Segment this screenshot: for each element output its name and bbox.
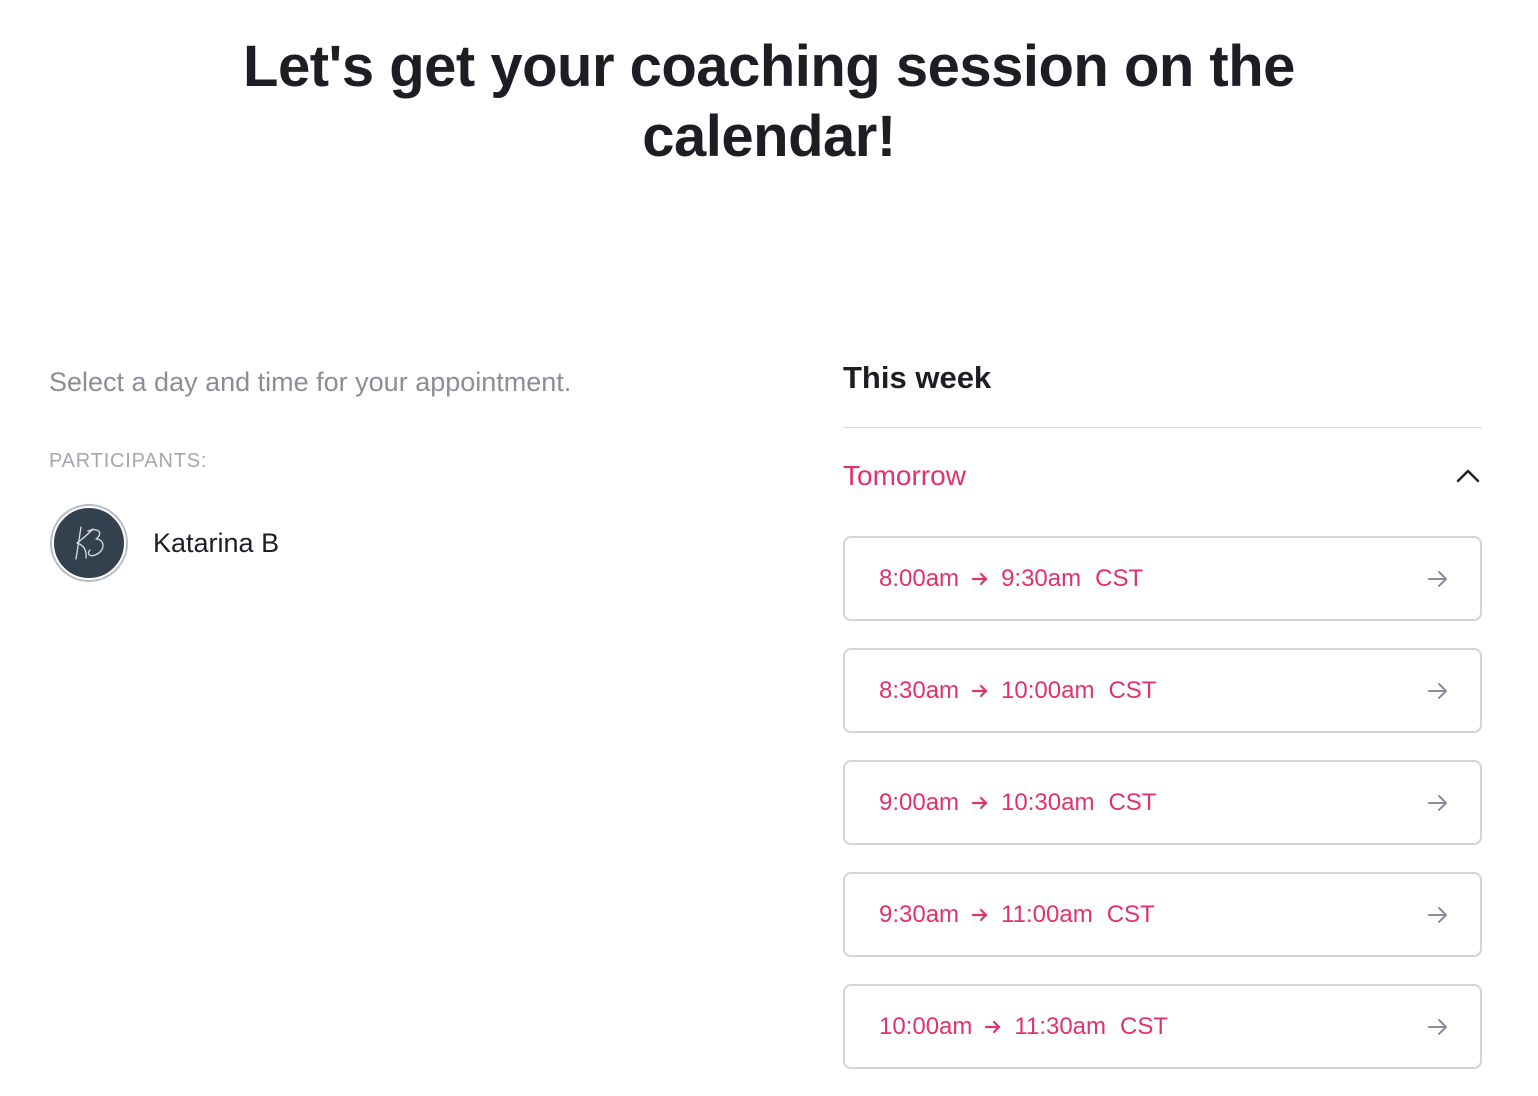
arrow-right-icon <box>971 684 989 698</box>
slot-end-time: 9:30am <box>1001 564 1082 592</box>
arrow-right-icon <box>971 796 989 810</box>
time-slot-button[interactable]: 10:00am 11:30am CST <box>843 984 1482 1069</box>
time-slot-button[interactable]: 8:30am 10:00am CST <box>843 648 1482 733</box>
slot-start-time: 10:00am <box>879 1012 973 1040</box>
slot-end-time: 11:00am <box>1001 900 1093 928</box>
avatar <box>52 506 126 580</box>
time-slot-label: 9:00am 10:30am CST <box>879 789 1156 817</box>
arrow-right-icon <box>1427 906 1449 924</box>
slot-timezone: CST <box>1108 676 1157 704</box>
slot-timezone: CST <box>1108 788 1157 816</box>
arrow-right-icon <box>971 572 989 586</box>
chevron-up-icon[interactable] <box>1455 463 1481 489</box>
slot-start-time: 8:30am <box>879 676 960 704</box>
time-slot-label: 10:00am 11:30am CST <box>879 1013 1168 1041</box>
arrow-right-icon <box>1427 794 1449 812</box>
arrow-right-icon <box>1427 682 1449 700</box>
slot-end-time: 10:00am <box>1001 676 1095 704</box>
arrow-right-icon <box>971 908 989 922</box>
day-label: Tomorrow <box>843 460 966 491</box>
time-slot-list: 8:00am 9:30am CST 8:30am 10:00am CST 9:0… <box>843 536 1482 1069</box>
page-title-line-2: calendar! <box>642 104 896 169</box>
arrow-right-icon <box>1427 1018 1449 1036</box>
time-slot-button[interactable]: 9:00am 10:30am CST <box>843 760 1482 845</box>
slot-timezone: CST <box>1106 900 1155 928</box>
time-slot-label: 8:00am 9:30am CST <box>879 565 1143 593</box>
schedule-panel: This week Tomorrow 8:00am 9:30am CST 8:3… <box>843 356 1482 1096</box>
page-title: Let's get your coaching session on the c… <box>0 32 1538 172</box>
arrow-right-icon <box>984 1020 1002 1034</box>
participant-name: Katarina B <box>153 527 280 558</box>
day-toggle-tomorrow[interactable]: Tomorrow <box>843 428 1482 524</box>
page-title-line-1: Let's get your coaching session on the <box>243 34 1295 99</box>
slot-end-time: 11:30am <box>1014 1012 1107 1040</box>
slot-timezone: CST <box>1120 1012 1169 1040</box>
slot-start-time: 9:00am <box>879 788 960 816</box>
slot-start-time: 8:00am <box>879 564 960 592</box>
week-heading: This week <box>843 360 992 395</box>
time-slot-label: 8:30am 10:00am CST <box>879 677 1156 705</box>
time-slot-button[interactable]: 9:30am 11:00am CST <box>843 872 1482 957</box>
appointment-info: Select a day and time for your appointme… <box>49 360 749 580</box>
participant-item: Katarina B <box>49 506 749 580</box>
slot-end-time: 10:30am <box>1001 788 1095 816</box>
participants-label: PARTICIPANTS: <box>49 450 208 472</box>
slot-start-time: 9:30am <box>879 900 960 928</box>
time-slot-label: 9:30am 11:00am CST <box>879 901 1155 929</box>
signature-monogram-icon <box>75 526 104 560</box>
slot-timezone: CST <box>1095 564 1144 592</box>
time-slot-button[interactable]: 8:00am 9:30am CST <box>843 536 1482 621</box>
instructions-text: Select a day and time for your appointme… <box>49 367 572 397</box>
arrow-right-icon <box>1427 570 1449 588</box>
